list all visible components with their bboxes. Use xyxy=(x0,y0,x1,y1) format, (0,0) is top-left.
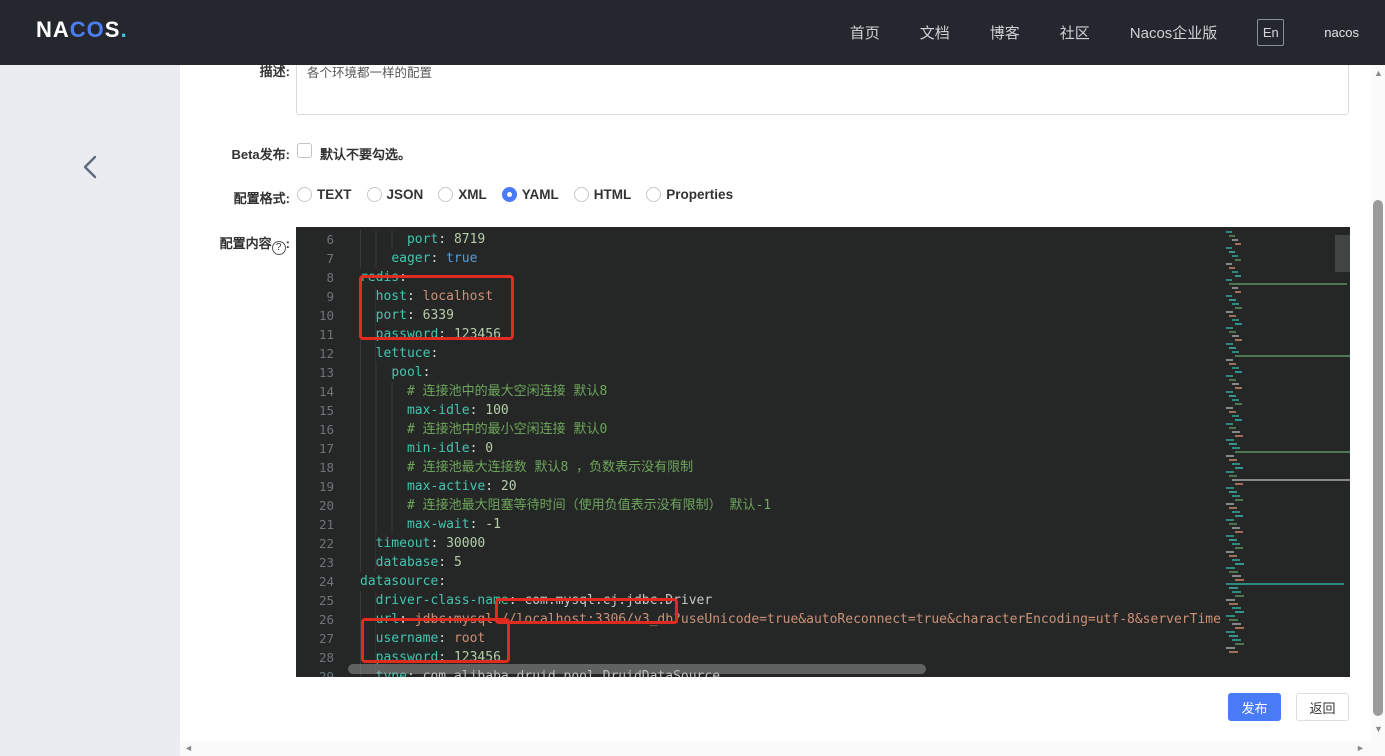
nav-item-home[interactable]: 首页 xyxy=(850,22,880,43)
chevron-left-icon xyxy=(83,155,97,179)
code-line: pool: xyxy=(360,363,1237,382)
code-line: database: 5 xyxy=(360,553,1237,572)
beta-checkbox[interactable] xyxy=(297,143,312,158)
radio-option-json[interactable]: JSON xyxy=(366,187,423,202)
line-number: 10 xyxy=(318,308,334,323)
format-radio-group: TEXT JSON XML YAML HTML Properties xyxy=(297,187,733,202)
language-toggle[interactable]: En xyxy=(1257,19,1285,46)
code-line: url: jdbc:mysql://localhost:3306/v3_db?u… xyxy=(360,610,1237,629)
radio-option-xml[interactable]: XML xyxy=(438,187,487,202)
line-number: 25 xyxy=(318,593,334,608)
code-line: datasource: xyxy=(360,574,447,589)
code-line: # 连接池中的最大空闲连接 默认8 xyxy=(360,382,1237,401)
nacos-logo[interactable]: NACOS. xyxy=(36,17,128,43)
line-number: 20 xyxy=(318,498,334,513)
radio-circle xyxy=(438,187,454,202)
code-line: port: 6339 xyxy=(360,306,1237,325)
line-number: 22 xyxy=(318,536,334,551)
minimap-content xyxy=(1222,227,1350,653)
nav-item-community[interactable]: 社区 xyxy=(1060,22,1090,43)
radio-circle xyxy=(297,187,312,202)
line-number: 12 xyxy=(318,346,334,361)
code-line: password: 123456 xyxy=(360,325,1237,344)
code-editor[interactable]: 6 7 8 9 10 11 12 13 14 15 16 17 18 19 20 21 22 23 24 25 26 27… xyxy=(296,227,1350,677)
nav-item-blog[interactable]: 博客 xyxy=(990,22,1020,43)
sidebar-collapse-button[interactable] xyxy=(76,151,106,181)
radio-option-text[interactable]: TEXT xyxy=(297,187,352,202)
username[interactable]: nacos xyxy=(1324,25,1359,40)
code-line: port: 8719 xyxy=(360,230,1237,249)
page-vertical-scrollbar[interactable]: ▲ ▼ xyxy=(1371,65,1385,756)
radio-circle xyxy=(366,187,382,202)
beta-label: Beta发布: xyxy=(231,147,290,162)
code-line: # 连接池中的最小空闲连接 默认0 xyxy=(360,420,1237,439)
minimap-slider[interactable] xyxy=(1335,235,1350,272)
line-number: 19 xyxy=(318,479,334,494)
line-number: 17 xyxy=(318,441,334,456)
header-nav: 首页 文档 博客 社区 Nacos企业版 En nacos xyxy=(850,0,1359,65)
code-line: # 连接池最大阻塞等待时间（使用负值表示没有限制） 默认-1 xyxy=(360,496,1237,515)
line-number: 27 xyxy=(318,631,334,646)
beta-hint: 默认不要勾选。 xyxy=(320,147,412,162)
radio-circle xyxy=(646,187,662,202)
publish-button[interactable]: 发布 xyxy=(1228,693,1281,721)
scroll-down-icon[interactable]: ▼ xyxy=(1374,725,1383,734)
line-number: 13 xyxy=(318,365,334,380)
sidebar xyxy=(0,65,180,756)
line-number: 29 xyxy=(318,669,334,677)
line-number: 28 xyxy=(318,650,334,665)
line-number: 7 xyxy=(326,251,334,266)
radio-circle xyxy=(573,187,589,202)
line-number: 21 xyxy=(318,517,334,532)
radio-option-html[interactable]: HTML xyxy=(573,187,631,202)
line-number: 23 xyxy=(318,555,334,570)
editor-gutter: 6 7 8 9 10 11 12 13 14 15 16 17 18 19 20 21 22 23 24 25 26 27… xyxy=(296,230,334,677)
code-line: timeout: 30000 xyxy=(360,534,1237,553)
line-number: 9 xyxy=(326,289,334,304)
line-number: 11 xyxy=(318,327,334,342)
page-vertical-scrollbar-thumb[interactable] xyxy=(1373,200,1383,716)
code-line: max-wait: -1 xyxy=(360,515,1237,534)
line-number: 6 xyxy=(326,232,334,247)
radio-option-yaml[interactable]: YAML xyxy=(501,187,559,202)
code-line: max-active: 20 xyxy=(360,477,1237,496)
nav-item-enterprise[interactable]: Nacos企业版 xyxy=(1130,22,1218,43)
code-line: driver-class-name: com.mysql.cj.jdbc.Dri… xyxy=(360,591,1237,610)
code-line: eager: true xyxy=(360,249,1237,268)
editor-minimap[interactable] xyxy=(1222,227,1350,677)
editor-code: port: 8719 eager: true redis: host: local… xyxy=(360,230,1237,677)
back-button[interactable]: 返回 xyxy=(1296,693,1349,721)
code-line: max-idle: 100 xyxy=(360,401,1237,420)
code-line: username: root xyxy=(360,629,1237,648)
line-number: 14 xyxy=(318,384,334,399)
code-line: host: localhost xyxy=(360,287,1237,306)
editor-horizontal-scrollbar[interactable] xyxy=(348,664,926,674)
scroll-up-icon[interactable]: ▲ xyxy=(1374,69,1383,78)
page-horizontal-scrollbar[interactable]: ◄ ► xyxy=(180,741,1371,756)
content-label: 配置内容?: xyxy=(219,236,290,255)
code-line: # 连接池最大连接数 默认8 ，负数表示没有限制 xyxy=(360,458,1237,477)
nav-item-docs[interactable]: 文档 xyxy=(920,22,950,43)
format-label: 配置格式: xyxy=(233,191,290,206)
radio-circle xyxy=(501,187,517,202)
scroll-right-icon[interactable]: ► xyxy=(1356,744,1365,753)
line-number: 16 xyxy=(318,422,334,437)
code-line: lettuce: xyxy=(360,344,1237,363)
line-number: 15 xyxy=(318,403,334,418)
line-number: 8 xyxy=(326,270,334,285)
line-number: 26 xyxy=(318,612,334,627)
code-line: min-idle: 0 xyxy=(360,439,1237,458)
line-number: 18 xyxy=(318,460,334,475)
nacos-config-edit-page: 各个环境都一样的配置 描述: Beta发布: 默认不要勾选。 配置格式: TEX… xyxy=(0,0,1385,756)
code-line: redis: xyxy=(360,270,407,285)
radio-option-properties[interactable]: Properties xyxy=(646,187,733,202)
help-icon[interactable]: ? xyxy=(271,241,286,255)
top-navbar: NACOS. 首页 文档 博客 社区 Nacos企业版 En nacos xyxy=(0,0,1385,65)
line-number: 24 xyxy=(318,574,334,589)
scroll-left-icon[interactable]: ◄ xyxy=(184,744,193,753)
